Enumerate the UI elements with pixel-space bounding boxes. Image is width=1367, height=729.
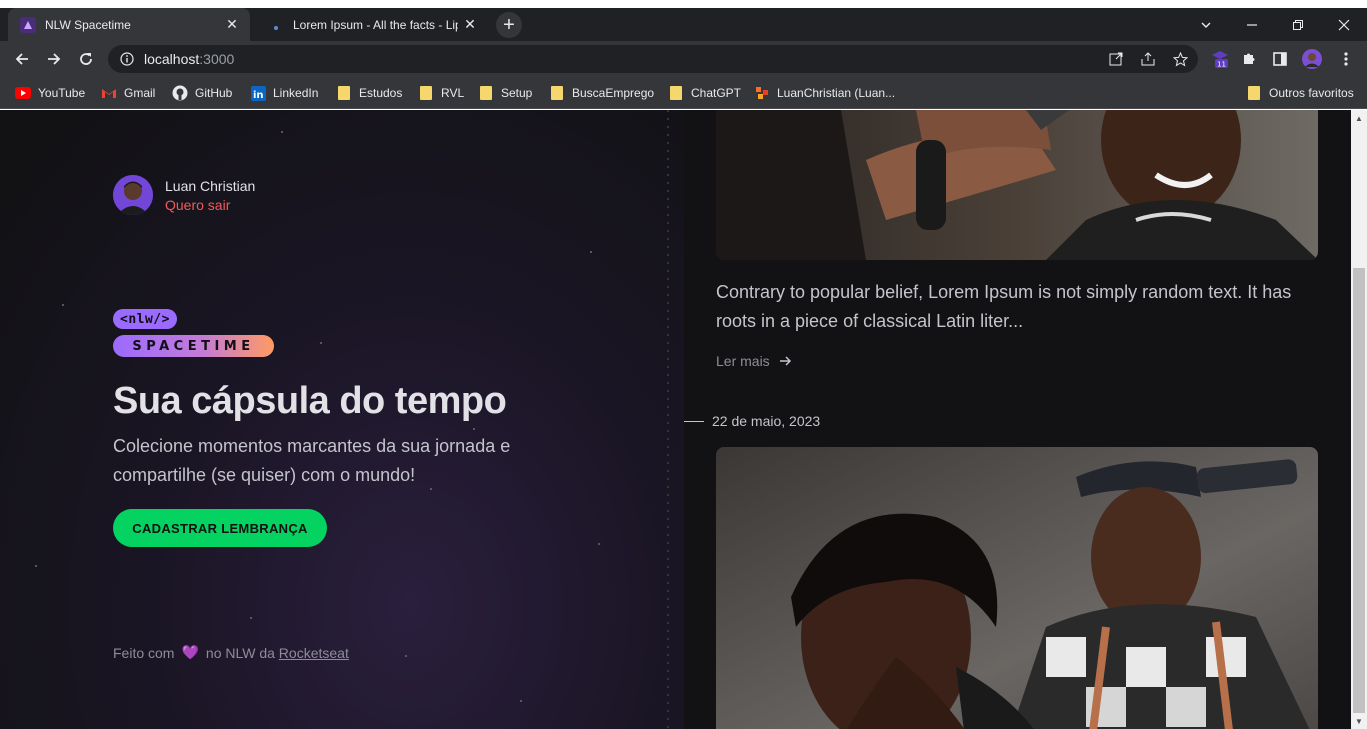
profile-avatar[interactable]: [1302, 49, 1322, 69]
forward-arrow-icon[interactable]: [40, 45, 68, 73]
folder-icon: [336, 85, 352, 101]
heart-icon: 💜: [181, 644, 199, 660]
open-in-app-icon[interactable]: [1108, 51, 1124, 67]
bookmark-folder-rvl[interactable]: RVL: [418, 84, 464, 102]
timeline-marker: [684, 421, 704, 422]
bookmark-linkedin[interactable]: in LinkedIn: [250, 84, 318, 102]
tab-nlw-spacetime[interactable]: NLW Spacetime ✕: [8, 8, 250, 41]
other-bookmarks-folder[interactable]: Outros favoritos: [1246, 84, 1354, 102]
bookmark-label: Setup: [501, 86, 533, 100]
youtube-icon: [15, 85, 31, 101]
memory-image: [716, 110, 1318, 260]
read-more-link[interactable]: Ler mais: [716, 353, 792, 369]
memories-timeline: Contrary to popular belief, Lorem Ipsum …: [684, 110, 1351, 729]
nlw-logo-badge: <nlw/>: [113, 309, 177, 329]
svg-text:11: 11: [1217, 61, 1226, 69]
address-bar[interactable]: localhost:3000: [108, 45, 1198, 73]
browser-window: NLW Spacetime ✕ Lorem Ipsum - All the fa…: [0, 0, 1367, 729]
create-memory-button[interactable]: CADASTRAR LEMBRANÇA: [113, 509, 327, 547]
folder-icon: [478, 85, 494, 101]
tab-title: Lorem Ipsum - All the facts - Lipsum: [293, 17, 458, 32]
page-viewport: Luan Christian Quero sair <nlw/> SPACETI…: [0, 110, 1351, 729]
arrow-right-icon: [779, 356, 791, 366]
folder-icon: [418, 85, 434, 101]
gmail-icon: [101, 85, 117, 101]
bookmarks-bar: YouTube Gmail GitHub in LinkedIn Estudos…: [0, 77, 1367, 109]
footer-credits: Feito com 💜 no NLW da Rocketseat: [113, 644, 349, 661]
bookmark-label: LuanChristian (Luan...: [777, 86, 896, 100]
bookmark-label: RVL: [441, 86, 465, 100]
browser-toolbar: localhost:3000 11: [0, 41, 1367, 77]
folder-icon: [1246, 85, 1262, 101]
folder-icon: [549, 85, 565, 101]
bookmark-folder-buscaemprego[interactable]: BuscaEmprego: [549, 84, 654, 102]
restore-icon[interactable]: [1275, 8, 1321, 41]
bookmark-youtube[interactable]: YouTube: [15, 84, 85, 102]
memory-excerpt: Contrary to popular belief, Lorem Ipsum …: [716, 282, 1292, 331]
timeline-stripes: [667, 110, 669, 729]
bookmark-github[interactable]: GitHub: [172, 84, 232, 102]
back-arrow-icon[interactable]: [8, 45, 36, 73]
extension-icon[interactable]: 11: [1210, 49, 1230, 69]
scroll-up-icon[interactable]: ▲: [1351, 110, 1367, 126]
tab-lorem-ipsum[interactable]: Lorem Ipsum - All the facts - Lipsum ✕: [256, 8, 488, 41]
rocketseat-link[interactable]: Rocketseat: [279, 645, 349, 661]
scroll-down-icon[interactable]: ▼: [1351, 713, 1367, 729]
bookmark-label: ChatGPT: [691, 86, 742, 100]
svg-text:in: in: [253, 90, 264, 101]
close-tab-icon[interactable]: ✕: [458, 13, 482, 37]
spacetime-favicon-icon: [20, 16, 36, 33]
page-title: Sua cápsula do tempo: [113, 380, 507, 422]
bookmark-folder-estudos[interactable]: Estudos: [336, 84, 402, 102]
github-icon: [172, 85, 188, 101]
close-window-icon[interactable]: [1321, 8, 1367, 41]
extensions-puzzle-icon[interactable]: [1239, 49, 1259, 69]
logout-link[interactable]: Quero sair: [165, 197, 230, 213]
scrollbar-thumb[interactable]: [1353, 268, 1365, 713]
bookmark-label: BuscaEmprego: [572, 86, 655, 100]
browser-menu-icon[interactable]: [1336, 49, 1356, 69]
spacetime-logo-badge: SPACETIME: [113, 335, 274, 357]
folder-icon: [668, 85, 684, 101]
side-panel-icon[interactable]: [1270, 49, 1290, 69]
tab-title: NLW Spacetime: [45, 17, 131, 32]
memory-date: 22 de maio, 2023: [712, 413, 821, 429]
reload-icon[interactable]: [72, 45, 100, 73]
page-scrollbar[interactable]: ▲ ▼: [1351, 110, 1367, 729]
bookmark-star-icon[interactable]: [1172, 51, 1188, 67]
minimize-icon[interactable]: [1229, 8, 1275, 41]
hero-panel: Luan Christian Quero sair <nlw/> SPACETI…: [0, 110, 684, 729]
new-tab-button[interactable]: +: [496, 12, 522, 38]
memory-image: [716, 447, 1318, 729]
site-info-icon[interactable]: [120, 52, 134, 66]
user-name: Luan Christian: [165, 178, 256, 194]
avatar[interactable]: [113, 175, 153, 215]
bookmark-luanchristian[interactable]: LuanChristian (Luan...: [754, 84, 895, 102]
url-text: localhost:3000: [144, 51, 235, 67]
bookmark-label: Gmail: [124, 86, 156, 100]
lipsum-favicon-icon: [268, 17, 284, 33]
bookmark-folder-setup[interactable]: Setup: [478, 84, 532, 102]
linkedin-icon: in: [250, 85, 266, 101]
gitlab-icon: [754, 85, 770, 101]
close-tab-icon[interactable]: ✕: [220, 13, 244, 37]
bookmark-folder-chatgpt[interactable]: ChatGPT: [668, 84, 741, 102]
bookmark-label: YouTube: [38, 86, 86, 100]
tab-strip: NLW Spacetime ✕ Lorem Ipsum - All the fa…: [0, 8, 1367, 41]
share-icon[interactable]: [1140, 51, 1156, 67]
page-subtitle: Colecione momentos marcantes da sua jorn…: [113, 436, 511, 485]
bookmark-label: LinkedIn: [273, 86, 319, 100]
bookmark-label: GitHub: [195, 86, 233, 100]
tab-search-icon[interactable]: [1183, 8, 1229, 41]
bookmark-label: Estudos: [359, 86, 403, 100]
bookmark-label: Outros favoritos: [1269, 86, 1354, 100]
bookmark-gmail[interactable]: Gmail: [101, 84, 155, 102]
